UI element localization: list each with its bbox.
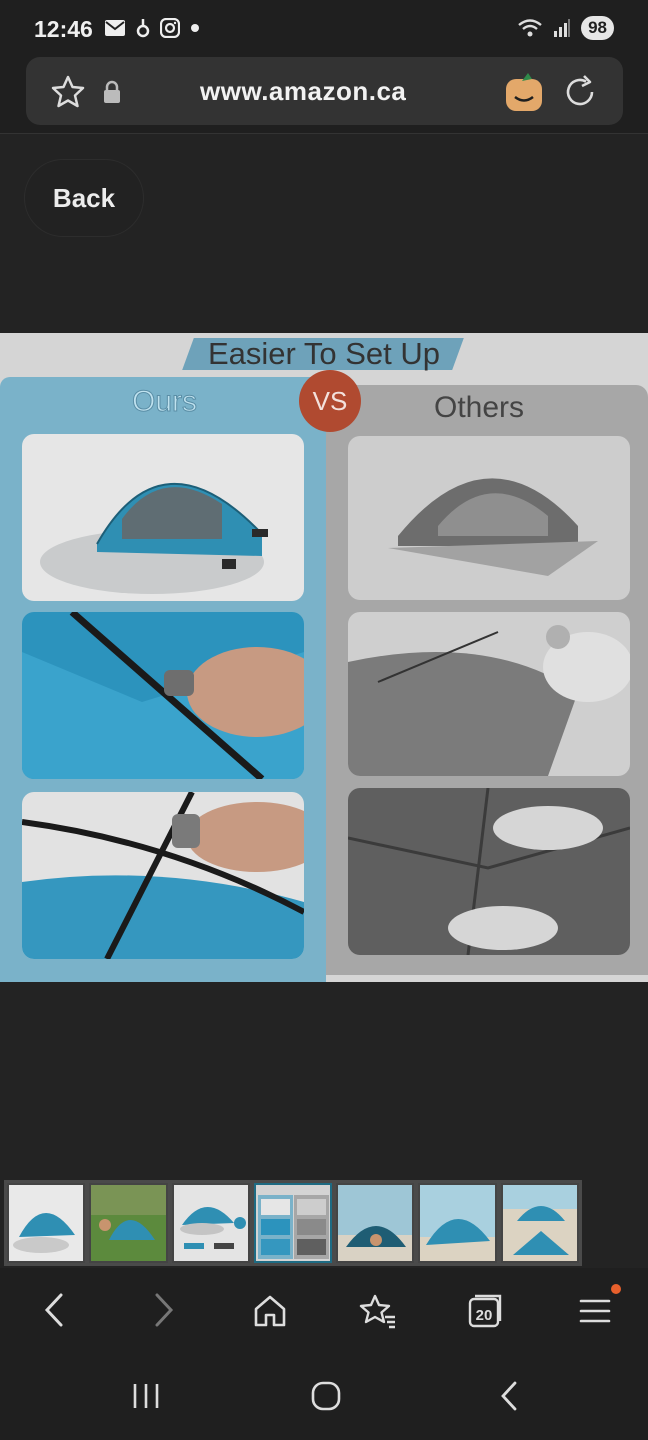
status-time: 12:46 — [34, 16, 93, 42]
status-notification-icons — [104, 18, 200, 38]
system-back-icon[interactable] — [487, 1374, 531, 1418]
browser-bottom-nav: 20 — [0, 1268, 648, 1354]
others-tent-image — [348, 436, 630, 600]
tabs-icon[interactable]: 20 — [462, 1288, 508, 1334]
thumbnail-selected[interactable] — [253, 1183, 333, 1263]
back-button[interactable]: Back — [24, 159, 144, 237]
forward-arrow-icon[interactable] — [142, 1288, 186, 1332]
recents-icon[interactable] — [124, 1374, 168, 1418]
lock-icon — [104, 80, 120, 103]
svg-text:20: 20 — [476, 1307, 493, 1324]
ours-pole-clip-image — [22, 612, 304, 779]
image-title: Easier To Set Up — [207, 336, 441, 371]
notification-icon — [136, 19, 150, 38]
instagram-icon — [160, 18, 180, 38]
home-circle-icon[interactable] — [304, 1374, 348, 1418]
wifi-icon — [518, 19, 542, 37]
thumbnail[interactable] — [336, 1183, 415, 1263]
bookmarks-icon[interactable] — [355, 1288, 401, 1334]
reload-icon[interactable] — [562, 74, 598, 110]
thumbnail-strip — [4, 1180, 582, 1266]
thumbnail[interactable] — [418, 1183, 497, 1263]
ours-label: Ours — [131, 385, 198, 419]
battery-indicator: 98 — [581, 16, 614, 40]
others-setup-image — [348, 612, 630, 776]
thumbnail[interactable] — [7, 1183, 86, 1263]
star-icon[interactable] — [50, 74, 86, 110]
home-icon[interactable] — [247, 1288, 293, 1334]
amazon-extension-icon[interactable] — [504, 71, 544, 113]
vs-badge: VS — [299, 370, 361, 432]
thumbnail[interactable] — [89, 1183, 168, 1263]
system-nav-bar — [0, 1354, 648, 1440]
ours-tent-image — [22, 434, 304, 601]
url-text[interactable]: www.amazon.ca — [200, 76, 406, 107]
others-pole-image — [348, 788, 630, 955]
signal-icon — [554, 19, 571, 37]
status-bar: 12:46 98 — [0, 0, 648, 60]
notification-dot — [611, 1284, 621, 1294]
thumbnail[interactable] — [171, 1183, 250, 1263]
menu-icon[interactable] — [572, 1288, 618, 1334]
ours-pole-cross-image — [22, 792, 304, 959]
back-arrow-icon[interactable] — [32, 1288, 76, 1332]
status-system-icons: 98 — [517, 16, 614, 40]
thumbnail[interactable] — [500, 1183, 579, 1263]
dot-icon — [191, 24, 199, 32]
others-label: Others — [434, 391, 525, 424]
mail-icon — [105, 20, 125, 36]
product-image[interactable]: Easier To Set Up Ours Others VS — [0, 333, 648, 982]
